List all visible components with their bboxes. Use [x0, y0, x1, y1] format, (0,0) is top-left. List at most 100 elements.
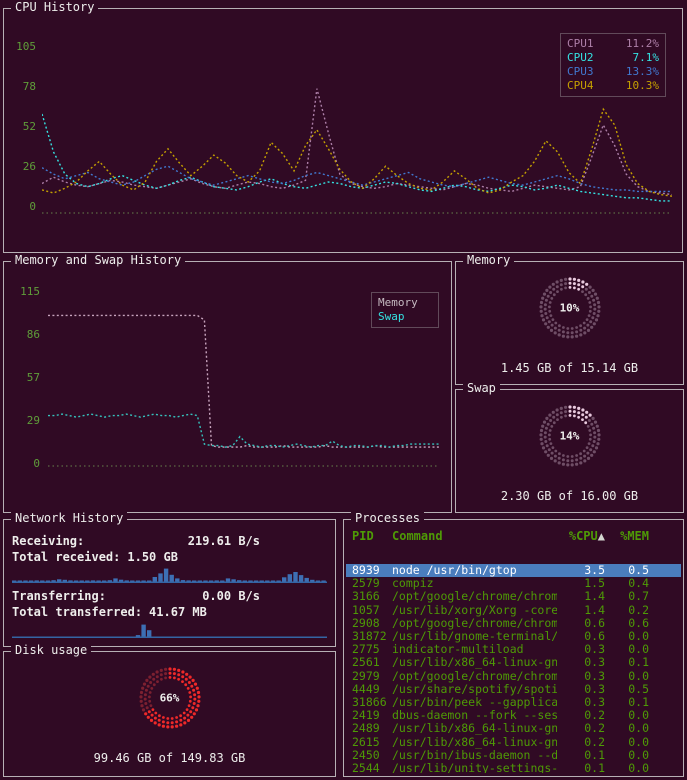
process-pid: 2615	[352, 736, 392, 749]
memswap-y-tick: 115	[20, 286, 40, 297]
process-mem: 0.7	[605, 590, 649, 603]
process-cpu: 0.3	[557, 656, 605, 669]
process-row[interactable]: 2979 /opt/google/chrome/chrom 0.3 0.0	[346, 670, 681, 683]
cpu-y-tick: 26	[23, 161, 36, 172]
swap-panel: Swap 14% 2.30 GB of 16.00 GB	[455, 389, 684, 513]
memswap-legend: Memory Swap	[371, 292, 439, 328]
transferred-value: 41.67 MB	[149, 604, 207, 620]
cpu-y-tick: 52	[23, 121, 36, 132]
processes-panel: Processes PID Command %CPU▲ %MEM 8939 no…	[343, 519, 684, 777]
process-mem: 0.2	[605, 604, 649, 617]
cpu-legend-entry: CPU1 11.2%	[567, 37, 659, 51]
receiving-label: Receiving:	[12, 533, 164, 549]
process-mem: 0.0	[605, 722, 649, 735]
process-row[interactable]: 2544 /usr/lib/unity-settings- 0.1 0.0	[346, 762, 681, 773]
process-row[interactable]: 1057 /usr/lib/xorg/Xorg -core 1.4 0.2	[346, 604, 681, 617]
column-header-mem[interactable]: %MEM	[605, 528, 649, 544]
memory-detail: 1.45 GB of 15.14 GB	[456, 361, 683, 375]
process-row[interactable]: 2615 /usr/lib/x86_64-linux-gn 0.2 0.0	[346, 736, 681, 749]
memswap-legend-label: Memory	[378, 296, 418, 310]
disk-usage-title: Disk usage	[11, 643, 91, 657]
cpu-legend-entry: CPU3 13.3%	[567, 65, 659, 79]
process-pid: 2561	[352, 656, 392, 669]
cpu-legend-value: 11.2%	[626, 37, 659, 51]
process-command: /usr/lib/x86_64-linux-gn	[392, 722, 557, 735]
received-value: 1.50 GB	[127, 549, 178, 565]
process-command: /usr/lib/x86_64-linux-gn	[392, 736, 557, 749]
process-mem: 0.0	[605, 670, 649, 683]
process-command: node /usr/bin/gtop	[392, 564, 557, 577]
memswap-history-panel: Memory and Swap History 1158657290 Memor…	[3, 261, 452, 513]
cpu-y-tick: 105	[16, 41, 36, 52]
memory-donut: 10%	[532, 276, 608, 340]
receiving-value: 219.61 B/s	[164, 533, 260, 549]
cpu-legend: CPU1 11.2% CPU2 7.1% CPU3 13.3% CPU4 10.…	[560, 33, 666, 97]
process-command: compiz	[392, 577, 557, 590]
cpu-legend-label: CPU4	[567, 79, 594, 93]
cpu-y-axis: 1057852260	[8, 41, 36, 212]
disk-detail: 99.46 GB of 149.83 GB	[4, 751, 335, 765]
disk-usage-panel: Disk usage 66% 99.46 GB of 149.83 GB	[3, 651, 336, 777]
process-cpu: 0.2	[557, 722, 605, 735]
process-command: /usr/share/spotify/spoti	[392, 683, 557, 696]
swap-donut: 14%	[532, 404, 608, 468]
process-table-body: 8939 node /usr/bin/gtop 3.5 0.5 2579 com…	[346, 564, 681, 773]
process-pid: 1057	[352, 604, 392, 617]
process-cpu: 0.3	[557, 670, 605, 683]
cpu-legend-value: 10.3%	[626, 79, 659, 93]
process-command: /opt/google/chrome/chrom	[392, 617, 557, 630]
receiving-line: Receiving: 219.61 B/s	[12, 533, 327, 549]
memswap-y-tick: 86	[27, 329, 40, 340]
cpu-y-tick: 0	[29, 201, 36, 212]
process-mem: 0.1	[605, 656, 649, 669]
memswap-legend-entry: Swap	[378, 310, 432, 324]
network-history-panel: Network History Receiving: 219.61 B/s To…	[3, 519, 336, 647]
cpu-legend-entry: CPU4 10.3%	[567, 79, 659, 93]
process-row[interactable]: 3166 /opt/google/chrome/chrom 1.4 0.7	[346, 590, 681, 603]
process-cpu: 0.2	[557, 736, 605, 749]
disk-percent: 66%	[132, 692, 208, 705]
memswap-y-tick: 29	[27, 415, 40, 426]
process-command: indicator-multiload	[392, 643, 557, 656]
cpu-legend-value: 7.1%	[633, 51, 660, 65]
cpu-legend-label: CPU1	[567, 37, 594, 51]
processes-title: Processes	[351, 511, 424, 525]
disk-donut: 66%	[132, 666, 208, 730]
transferring-line: Transferring: 0.00 B/s	[12, 588, 327, 604]
process-pid: 2489	[352, 722, 392, 735]
memswap-legend-label: Swap	[378, 310, 405, 324]
memory-title: Memory	[463, 253, 514, 267]
process-command: dbus-daemon --fork --ses	[392, 709, 557, 722]
memswap-y-tick: 57	[27, 372, 40, 383]
network-history-title: Network History	[11, 511, 127, 525]
process-command: /usr/bin/ibus-daemon --d	[392, 749, 557, 762]
received-label: Total received:	[12, 549, 120, 565]
received-line: Total received: 1.50 GB	[12, 549, 327, 565]
cpu-legend-value: 13.3%	[626, 65, 659, 79]
column-header-command[interactable]: Command	[392, 528, 557, 544]
process-pid: 3166	[352, 590, 392, 603]
memswap-history-title: Memory and Swap History	[11, 253, 185, 267]
process-row[interactable]: 2561 /usr/lib/x86_64-linux-gn 0.3 0.1	[346, 656, 681, 669]
column-header-pid[interactable]: PID	[352, 528, 392, 544]
transferring-value: 0.00 B/s	[164, 588, 260, 604]
process-command: /opt/google/chrome/chrom	[392, 670, 557, 683]
cpu-legend-label: CPU2	[567, 51, 594, 65]
memswap-y-axis: 1158657290	[10, 286, 40, 469]
cpu-history-panel: CPU History 1057852260 CPU1 11.2% CPU2 7…	[3, 8, 683, 253]
column-header-cpu[interactable]: %CPU▲	[557, 528, 605, 544]
process-row[interactable]: 2489 /usr/lib/x86_64-linux-gn 0.2 0.0	[346, 722, 681, 735]
process-pid: 2544	[352, 762, 392, 773]
transferring-label: Transferring:	[12, 588, 164, 604]
process-cpu: 1.4	[557, 604, 605, 617]
network-body: Receiving: 219.61 B/s Total received: 1.…	[4, 520, 335, 646]
memswap-legend-entry: Memory	[378, 296, 432, 310]
swap-detail: 2.30 GB of 16.00 GB	[456, 489, 683, 503]
sort-ascending-icon: ▲	[598, 529, 605, 543]
cpu-history-title: CPU History	[11, 0, 98, 14]
cpu-legend-entry: CPU2 7.1%	[567, 51, 659, 65]
process-table-header: PID Command %CPU▲ %MEM	[346, 528, 681, 544]
gtop-system-monitor: CPU History 1057852260 CPU1 11.2% CPU2 7…	[0, 0, 687, 780]
process-command: /usr/lib/unity-settings-	[392, 762, 557, 773]
process-cpu: 1.4	[557, 590, 605, 603]
